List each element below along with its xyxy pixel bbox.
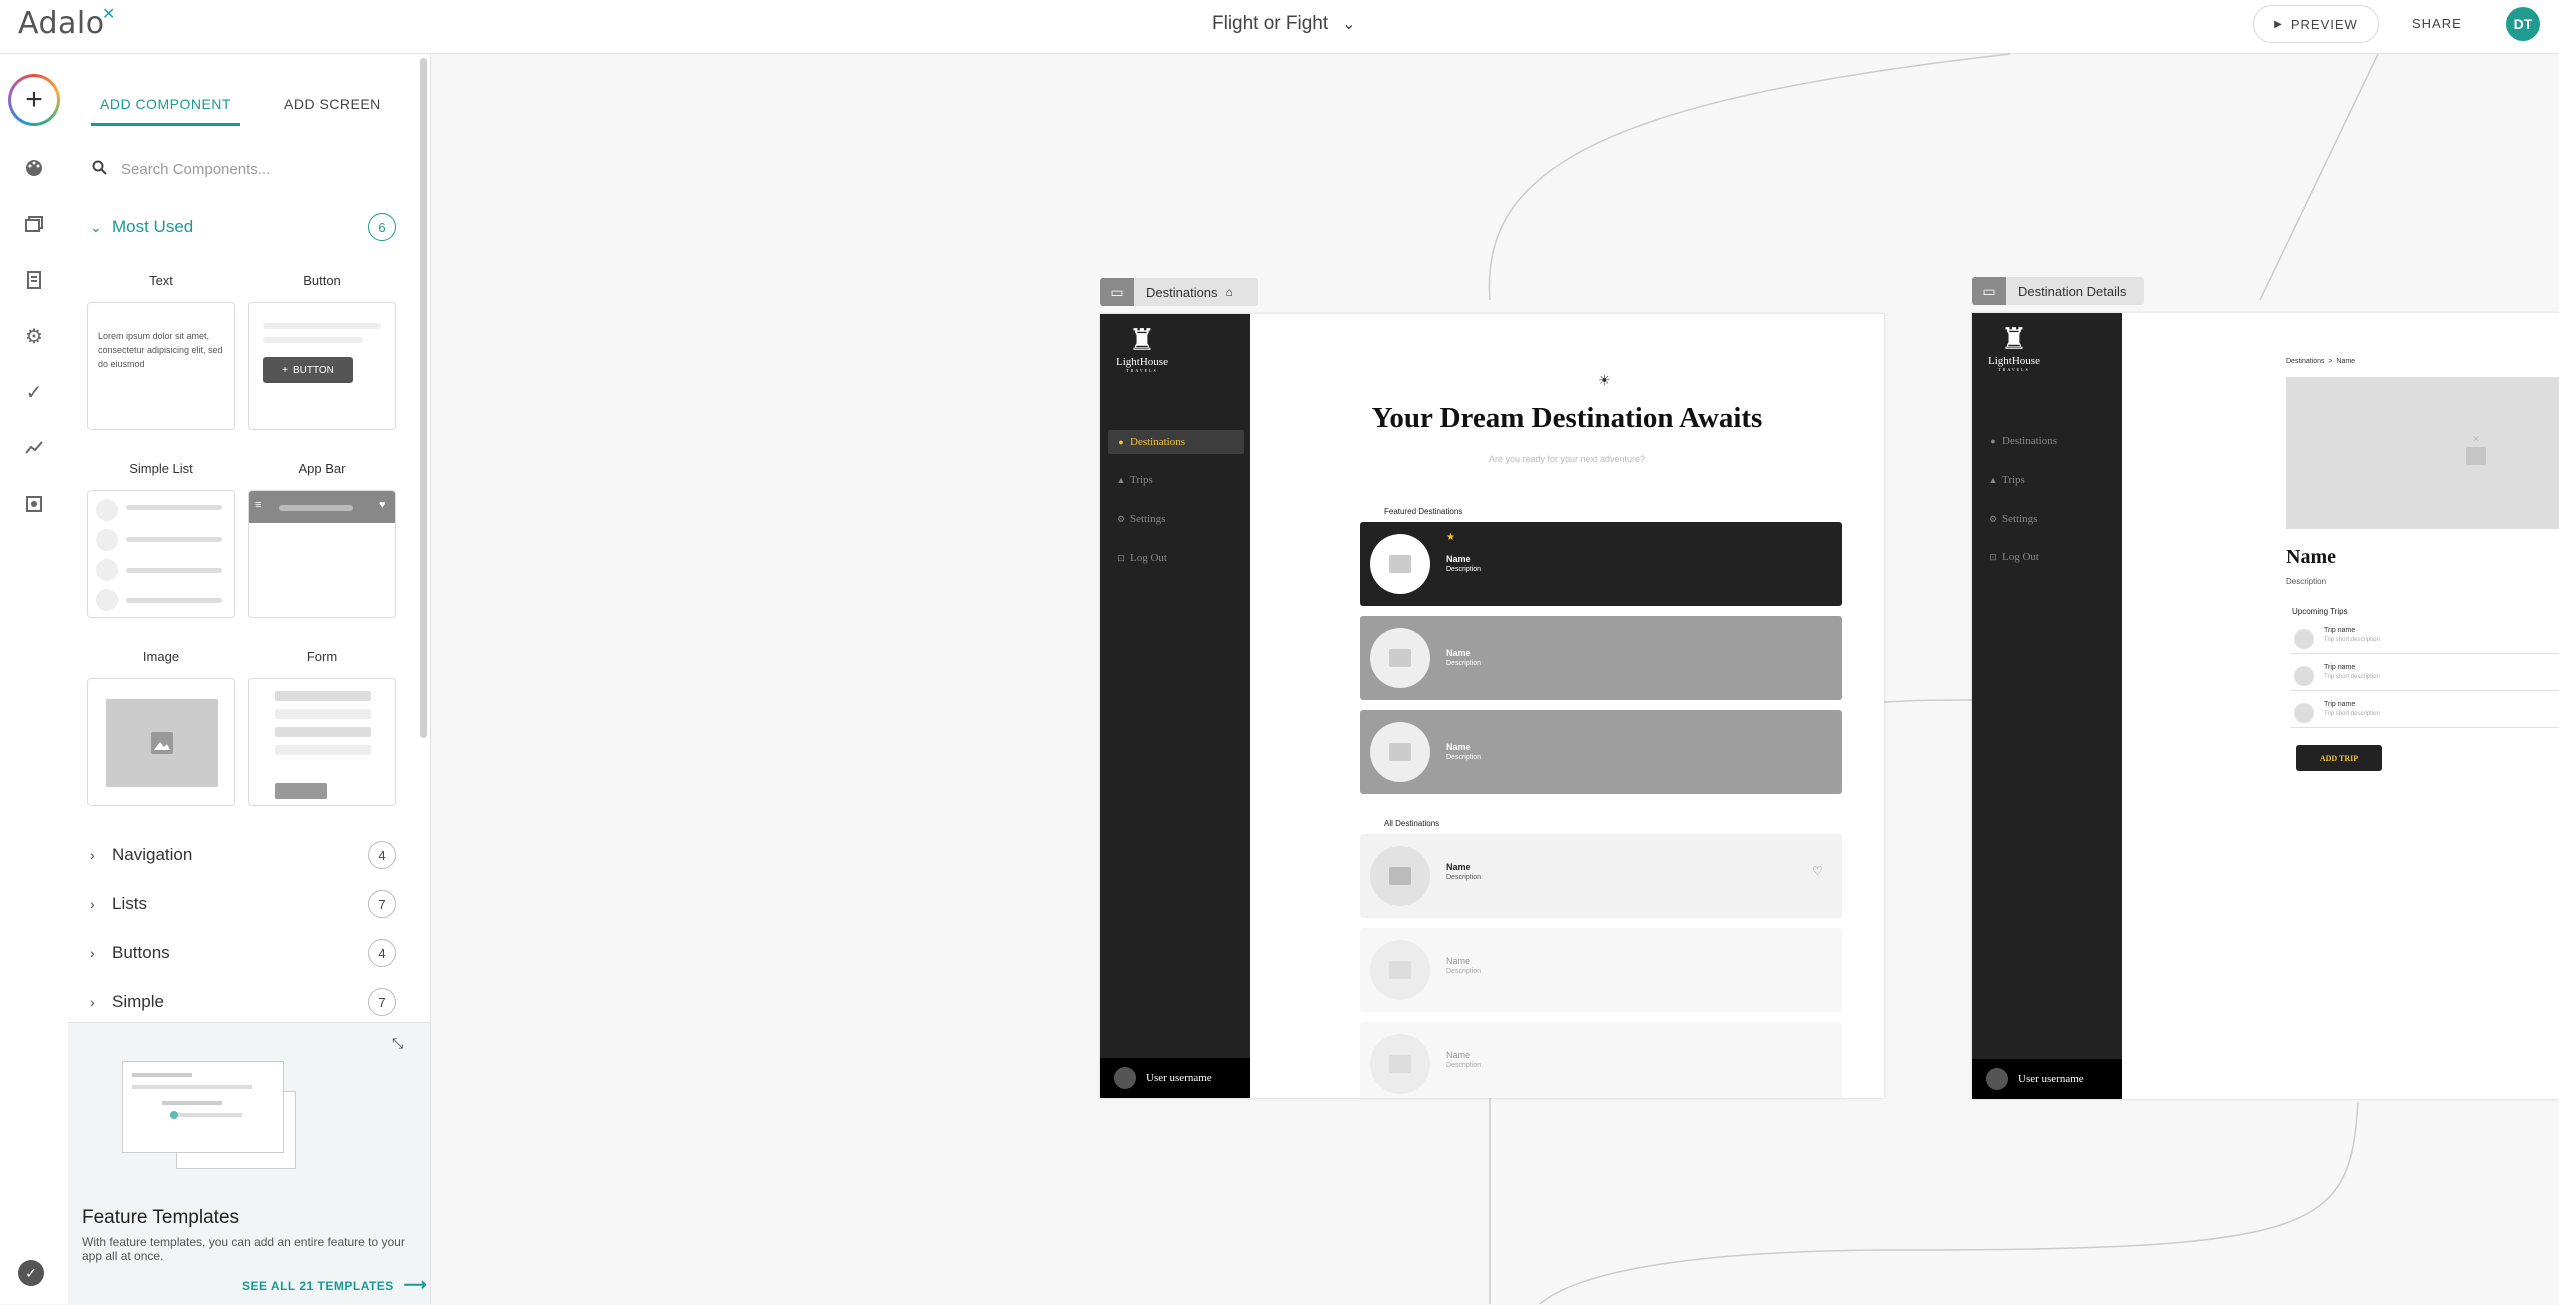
nav-settings[interactable]: ⚙ Settings bbox=[1980, 507, 2116, 531]
user-avatar bbox=[1114, 1067, 1136, 1089]
screen-tag-destinations[interactable]: ▭ Destinations ⌂ bbox=[1100, 278, 1258, 306]
destination-row[interactable]: Name Description bbox=[1360, 1022, 1842, 1098]
image-icon bbox=[1389, 1055, 1411, 1073]
featured-card[interactable]: Name Description bbox=[1360, 616, 1842, 700]
card-thumbnail bbox=[1370, 628, 1430, 688]
destination-description: Description bbox=[2286, 577, 2327, 586]
screen-tag-destination-details[interactable]: ▭ Destination Details bbox=[1972, 277, 2144, 305]
destination-row[interactable]: Name Description ♡ bbox=[1360, 834, 1842, 918]
sun-icon: ☀ bbox=[1598, 372, 1611, 388]
svg-text:✕: ✕ bbox=[2472, 434, 2480, 444]
nav-log-out[interactable]: ⊡ Log Out bbox=[1980, 545, 2116, 569]
image-icon bbox=[1389, 961, 1411, 979]
location-pin-icon: ● bbox=[1118, 437, 1124, 447]
trip-avatar bbox=[2294, 703, 2314, 723]
home-icon: ⌂ bbox=[1225, 285, 1233, 299]
add-trip-button[interactable]: ADD TRIP bbox=[2296, 745, 2382, 771]
nav-destinations[interactable]: ● Destinations bbox=[1108, 430, 1244, 454]
card-thumbnail bbox=[1370, 534, 1430, 594]
logout-icon: ⊡ bbox=[1989, 551, 1997, 562]
trip-row[interactable]: Trip name Trip short description bbox=[2290, 699, 2559, 728]
screen-destination-details[interactable]: ♜ LightHouse TRAVELS ● Destinations ▲ Trip… bbox=[1972, 313, 2559, 1099]
star-icon: ★ bbox=[1446, 532, 1455, 543]
lighthouse-icon: ♜ bbox=[2000, 323, 2028, 356]
hero-subheading: Are you ready for your next adventure? bbox=[1488, 454, 1646, 464]
card-thumbnail bbox=[1370, 1034, 1430, 1094]
logout-icon: ⊡ bbox=[1117, 552, 1125, 563]
upcoming-trips-label: Upcoming Trips bbox=[2292, 607, 2348, 616]
trip-row[interactable]: Trip name Trip short description bbox=[2290, 662, 2559, 691]
nav-trips[interactable]: ▲ Trips bbox=[1980, 468, 2116, 492]
location-pin-icon: ● bbox=[1990, 436, 1996, 446]
all-destinations-label: All Destinations bbox=[1384, 819, 1440, 828]
lighthouse-icon: ♜ bbox=[1128, 324, 1156, 357]
gear-icon: ⚙ bbox=[1116, 513, 1126, 524]
nav-log-out[interactable]: ⊡ Log Out bbox=[1108, 546, 1244, 570]
card-thumbnail bbox=[1370, 846, 1430, 906]
desktop-icon: ▭ bbox=[1100, 278, 1134, 306]
trip-row[interactable]: Trip name Trip short description bbox=[2290, 625, 2559, 654]
plane-icon: ▲ bbox=[1116, 475, 1126, 485]
image-icon bbox=[1389, 743, 1411, 761]
featured-card[interactable]: Name Description bbox=[1360, 710, 1842, 794]
destination-row[interactable]: Name Description bbox=[1360, 928, 1842, 1012]
heart-icon[interactable]: ♡ bbox=[1812, 864, 1823, 878]
user-avatar bbox=[1986, 1068, 2008, 1090]
image-icon bbox=[1389, 555, 1411, 573]
destination-name: Name bbox=[2286, 546, 2336, 568]
gear-icon: ⚙ bbox=[1988, 513, 1998, 524]
app-sidebar: ♜ LightHouse TRAVELS ● Destinations ▲ Trip… bbox=[1100, 314, 1250, 1098]
screen-destinations[interactable]: ♜ LightHouse TRAVELS ● Destinations ▲ Trip… bbox=[1100, 314, 1884, 1098]
hero-heading: Your Dream Destination Awaits bbox=[1371, 402, 1763, 434]
breadcrumb: Destinations > Name bbox=[2286, 358, 2356, 365]
image-icon bbox=[1389, 867, 1411, 885]
featured-label: Featured Destinations bbox=[1384, 507, 1463, 516]
lighthouse-logo: ♜ LightHouse TRAVELS bbox=[1982, 323, 2046, 373]
nav-settings[interactable]: ⚙ Settings bbox=[1108, 507, 1244, 531]
desktop-icon: ▭ bbox=[1972, 277, 2006, 305]
image-icon bbox=[1389, 649, 1411, 667]
featured-card[interactable]: ★ Name Description bbox=[1360, 522, 1842, 606]
destination-image: ✕ bbox=[2286, 377, 2559, 529]
image-placeholder-icon: ✕ bbox=[2466, 434, 2486, 465]
nav-trips[interactable]: ▲ Trips bbox=[1108, 468, 1244, 492]
user-strip[interactable]: User username bbox=[1100, 1058, 1250, 1098]
plane-icon: ▲ bbox=[1988, 475, 1998, 485]
card-thumbnail bbox=[1370, 940, 1430, 1000]
user-strip[interactable]: User username bbox=[1972, 1059, 2122, 1099]
app-sidebar: ♜ LightHouse TRAVELS ● Destinations ▲ Trip… bbox=[1972, 313, 2122, 1099]
trip-avatar bbox=[2294, 666, 2314, 686]
trip-avatar bbox=[2294, 629, 2314, 649]
nav-destinations[interactable]: ● Destinations bbox=[1980, 429, 2116, 453]
card-thumbnail bbox=[1370, 722, 1430, 782]
lighthouse-logo: ♜ LightHouse TRAVELS bbox=[1110, 324, 1174, 374]
